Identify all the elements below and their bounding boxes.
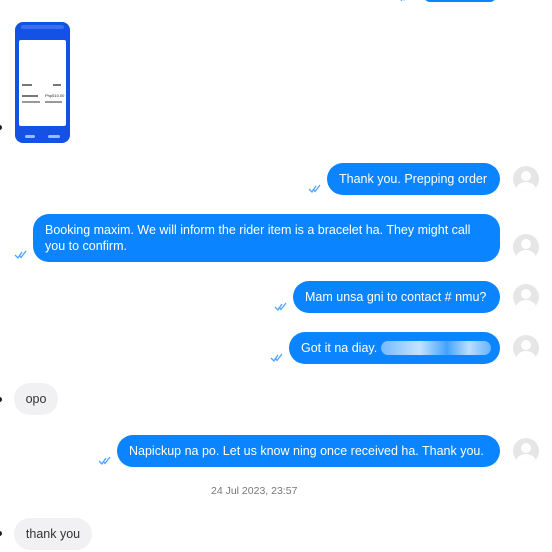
outgoing-message[interactable]: Booking maxim. We will inform the rider …: [33, 214, 500, 262]
receipt-amount: Php510.00: [45, 93, 65, 98]
attachment-button: [25, 135, 35, 138]
user-avatar-icon[interactable]: [513, 166, 539, 192]
receipt-line: [22, 95, 38, 97]
message-text: Mam unsa gni to contact # nmu?: [305, 290, 487, 304]
receipt-line: [45, 101, 62, 103]
user-avatar-icon[interactable]: [513, 234, 539, 260]
double-check-icon: [14, 250, 27, 260]
incoming-message[interactable]: opo: [14, 383, 58, 415]
attachment-button: [48, 135, 60, 138]
message-text: Booking maxim. We will inform the rider …: [45, 223, 471, 253]
user-avatar-icon[interactable]: [513, 284, 539, 310]
incoming-message[interactable]: thank you: [14, 518, 92, 550]
outgoing-message[interactable]: Napickup na po. Let us know ning once re…: [117, 435, 500, 467]
outgoing-message[interactable]: Mam unsa gni to contact # nmu?: [293, 281, 500, 313]
double-check-icon: [274, 302, 287, 312]
outgoing-message[interactable]: Thank you. Prepping order: [327, 163, 500, 195]
phone-screenshot-attachment[interactable]: Php510.00: [15, 22, 70, 143]
message-text: opo: [25, 392, 47, 406]
message-timestamp: 24 Jul 2023, 23:57: [211, 485, 298, 497]
double-check-icon: [400, 0, 405, 2]
edge-indicator: [0, 125, 2, 130]
attachment-receipt-panel: Php510.00: [19, 40, 66, 126]
partial-outgoing-bubble: [424, 0, 496, 2]
receipt-line: [22, 84, 32, 86]
message-text: thank you: [25, 527, 81, 541]
receipt-line: [53, 84, 61, 86]
edge-indicator: [0, 397, 2, 402]
message-text: Got it na diay.: [301, 341, 378, 355]
redacted-phone-number: [381, 341, 491, 355]
receipt-line: [22, 101, 40, 103]
double-check-icon: [270, 353, 283, 363]
user-avatar-icon[interactable]: [513, 335, 539, 361]
message-text: Napickup na po. Let us know ning once re…: [129, 444, 484, 458]
outgoing-message[interactable]: Got it na diay.: [289, 332, 500, 364]
attachment-status-bar: [21, 25, 64, 29]
message-text: Thank you. Prepping order: [339, 172, 488, 186]
double-check-icon: [308, 184, 321, 194]
user-avatar-icon[interactable]: [513, 438, 539, 464]
double-check-icon: [98, 456, 111, 466]
edge-indicator: [0, 531, 2, 536]
